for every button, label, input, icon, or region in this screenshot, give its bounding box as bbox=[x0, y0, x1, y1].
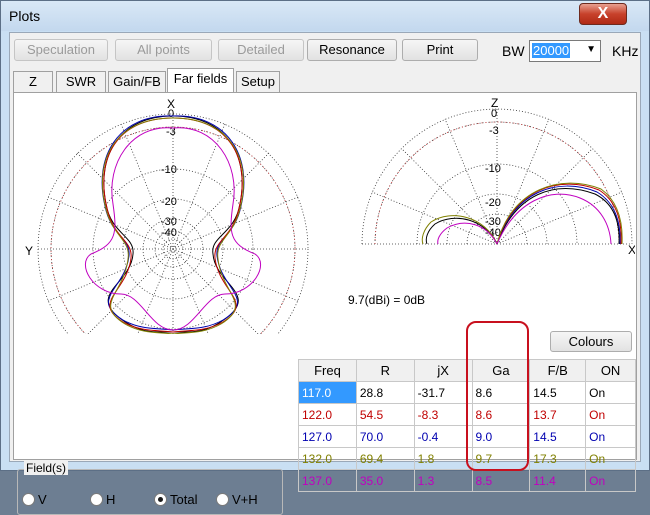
resonance-button[interactable]: Resonance bbox=[307, 39, 397, 61]
fields-title: Field(s) bbox=[24, 461, 69, 475]
title-bar[interactable]: Plots X bbox=[1, 1, 649, 31]
print-button[interactable]: Print bbox=[402, 39, 478, 61]
radio-h[interactable]: H bbox=[90, 492, 115, 507]
polar-plots: X Y 0 -3 -10 -20 -30 -40 Z X 0 -3 -10 -2… bbox=[25, 96, 635, 334]
cell-freq: 127.0 bbox=[298, 425, 357, 448]
cell-ga: 8.5 bbox=[471, 469, 531, 492]
tab-gain-fb[interactable]: Gain/FB bbox=[108, 71, 166, 92]
cell-fb: 14.5 bbox=[529, 425, 587, 448]
scale-text: 9.7(dBi) = 0dB bbox=[348, 293, 426, 307]
tab-z[interactable]: Z bbox=[13, 71, 53, 92]
close-button[interactable]: X bbox=[579, 3, 627, 25]
cell-r: 69.4 bbox=[355, 447, 415, 470]
cell-freq: 117.0 bbox=[298, 381, 357, 404]
azimuth-y-label: Y bbox=[25, 244, 33, 258]
cell-freq: 122.0 bbox=[298, 403, 357, 426]
header-r: R bbox=[355, 359, 415, 382]
tab-far-fields[interactable]: Far fields bbox=[167, 68, 234, 93]
colours-button[interactable]: Colours bbox=[550, 331, 632, 352]
header-on: ON bbox=[585, 359, 636, 382]
az-tick-20: -20 bbox=[161, 196, 177, 208]
cell-jx: 1.3 bbox=[413, 469, 473, 492]
all-points-button[interactable]: All points bbox=[115, 39, 212, 61]
cell-jx: 1.8 bbox=[413, 447, 473, 470]
cell-freq: 132.0 bbox=[298, 447, 357, 470]
chevron-down-icon: ▼ bbox=[586, 44, 596, 55]
cell-on: On bbox=[585, 403, 636, 426]
bw-label: BW bbox=[502, 43, 525, 59]
close-icon: X bbox=[597, 5, 609, 22]
highlight-annotation bbox=[466, 321, 529, 471]
cell-freq: 137.0 bbox=[298, 469, 357, 492]
header-jx: jX bbox=[413, 359, 473, 382]
plots-window: Plots X Speculation All points Detailed … bbox=[0, 0, 650, 515]
el-tick-3: -3 bbox=[489, 125, 499, 137]
cell-on: On bbox=[585, 381, 636, 404]
cell-r: 54.5 bbox=[355, 403, 415, 426]
fields-group: Field(s) V H Total V+H bbox=[17, 461, 283, 515]
bw-select[interactable]: 20000 ▼ bbox=[529, 40, 601, 62]
window-title: Plots bbox=[9, 8, 41, 24]
cell-on: On bbox=[585, 469, 636, 492]
unit-label: KHz bbox=[612, 43, 639, 59]
header-fb: F/B bbox=[529, 359, 587, 382]
client-area: Speculation All points Detailed Resonanc… bbox=[9, 32, 641, 515]
elevation-x-label: X bbox=[628, 243, 635, 257]
cell-fb: 17.3 bbox=[529, 447, 587, 470]
bw-value: 20000 bbox=[532, 43, 571, 58]
cell-r: 70.0 bbox=[355, 425, 415, 448]
cell-on: On bbox=[585, 447, 636, 470]
table-row[interactable]: 137.0 35.0 1.3 8.5 11.4 On bbox=[298, 469, 636, 492]
tab-swr[interactable]: SWR bbox=[56, 71, 106, 92]
cell-jx: -8.3 bbox=[413, 403, 473, 426]
tab-setup[interactable]: Setup bbox=[236, 71, 280, 92]
el-tick-20: -20 bbox=[485, 197, 501, 209]
cell-r: 35.0 bbox=[355, 469, 415, 492]
cell-fb: 13.7 bbox=[529, 403, 587, 426]
cell-jx: -0.4 bbox=[413, 425, 473, 448]
radio-v[interactable]: V bbox=[22, 492, 47, 507]
el-tick-0: 0 bbox=[491, 108, 497, 120]
header-freq: Freq bbox=[298, 359, 357, 382]
cell-on: On bbox=[585, 425, 636, 448]
cell-r: 28.8 bbox=[355, 381, 415, 404]
radio-v-plus-h[interactable]: V+H bbox=[216, 492, 258, 507]
az-tick-10: -10 bbox=[161, 164, 177, 176]
speculation-button[interactable]: Speculation bbox=[14, 39, 108, 61]
far-fields-panel: X Y 0 -3 -10 -20 -30 -40 Z X 0 -3 -10 -2… bbox=[13, 92, 637, 515]
detailed-button[interactable]: Detailed bbox=[218, 39, 304, 61]
radio-total[interactable]: Total bbox=[154, 492, 197, 507]
cell-fb: 11.4 bbox=[529, 469, 587, 492]
el-tick-10: -10 bbox=[485, 163, 501, 175]
az-tick-40: -40 bbox=[161, 227, 177, 239]
cell-fb: 14.5 bbox=[529, 381, 587, 404]
cell-jx: -31.7 bbox=[413, 381, 473, 404]
